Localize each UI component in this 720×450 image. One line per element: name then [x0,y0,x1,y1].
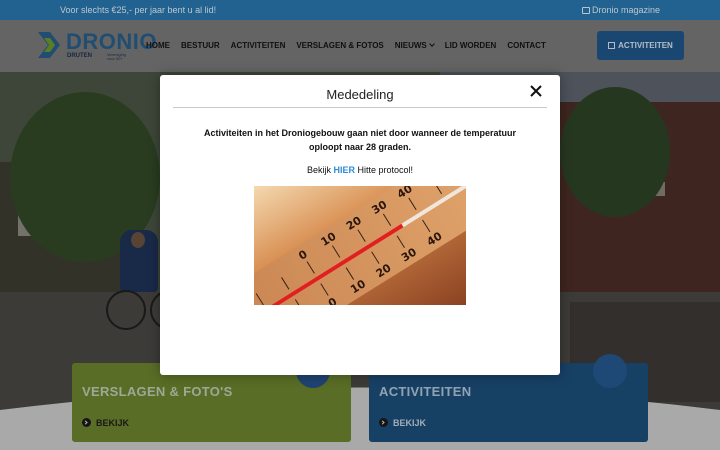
modal-divider [173,107,547,108]
modal-title: Mededeling [326,87,394,102]
protocol-line: Bekijk HIER Hitte protocol! [160,165,560,175]
protocol-suffix: Hitte protocol! [355,165,414,175]
modal-message: Activiteiten in het Droniogebouw gaan ni… [203,128,517,152]
close-icon[interactable] [528,83,544,99]
protocol-link[interactable]: HIER [333,165,355,175]
thermometer-image: 50 40 30 20 10 0 40 30 20 10 0 [254,186,466,305]
announcement-modal: Mededeling Activiteiten in het Droniogeb… [160,75,560,375]
protocol-prefix: Bekijk [306,165,334,175]
